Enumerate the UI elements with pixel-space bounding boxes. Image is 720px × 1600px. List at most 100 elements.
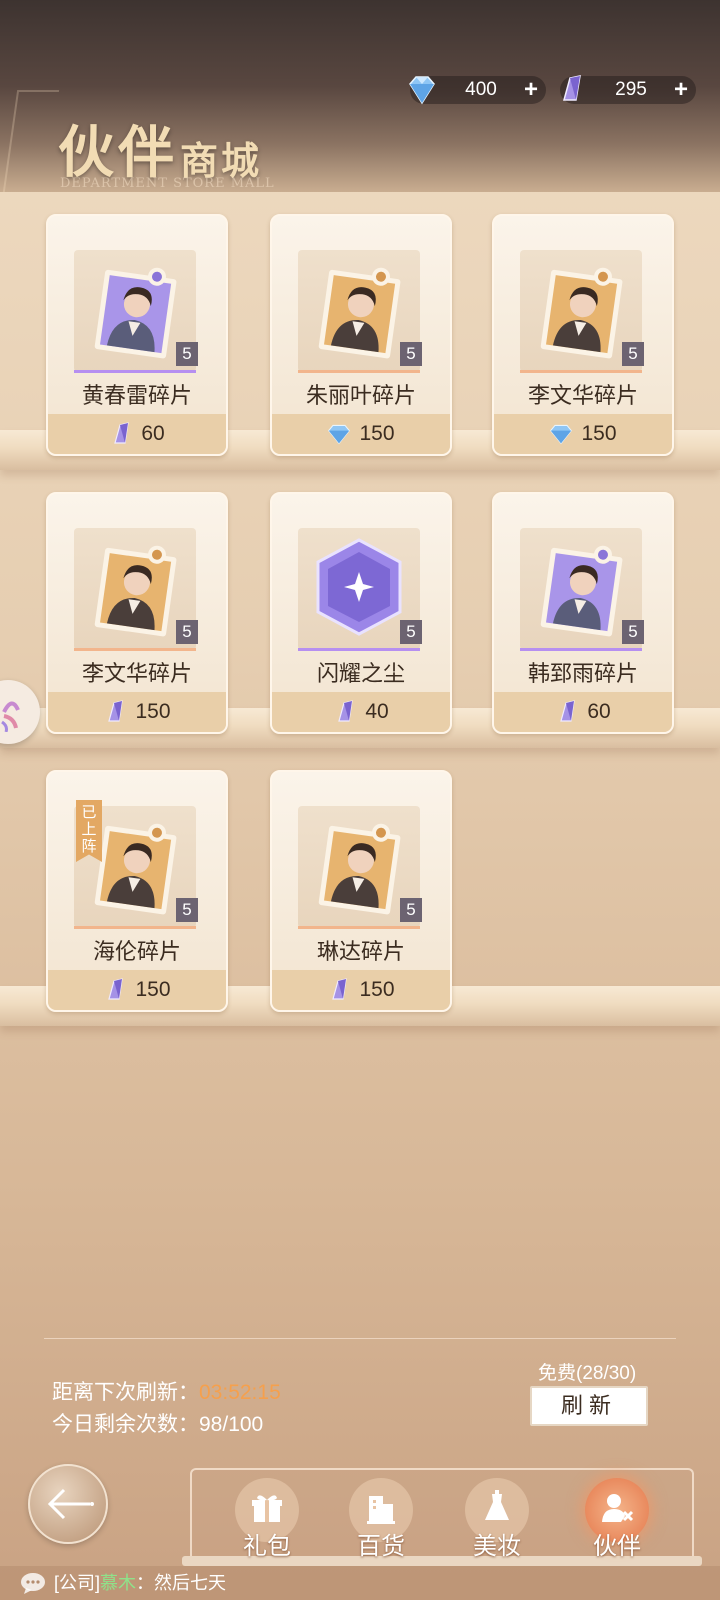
- item-count: 5: [622, 342, 644, 366]
- nav-tab-makeup-label: 美妆: [473, 1533, 521, 1560]
- remaining-value: 98/100: [199, 1413, 264, 1436]
- partner-fragment-icon: [318, 823, 401, 915]
- item-count: 5: [176, 620, 198, 644]
- item-count: 5: [622, 620, 644, 644]
- partner-fragment-icon: [318, 267, 401, 359]
- item-price-value: 40: [365, 700, 389, 723]
- shop-header: 伙伴 商城 DEPARTMENT STORE MALL 400 + 295 +: [0, 0, 720, 192]
- item-count: 5: [400, 342, 422, 366]
- diamond-icon: [409, 76, 435, 105]
- shop-item-card[interactable]: 5 朱丽叶碎片 150: [270, 214, 452, 456]
- rarity-line: [74, 370, 196, 373]
- item-price-value: 60: [141, 422, 165, 445]
- crystal-shard-icon: [108, 700, 124, 722]
- nav-tab-gift-label: 礼包: [243, 1533, 291, 1560]
- remaining-label: 今日剩余次数：: [52, 1413, 199, 1436]
- free-refresh-count: 免费(28/30): [538, 1363, 637, 1384]
- item-count: 5: [176, 898, 198, 922]
- divider: [44, 1338, 676, 1339]
- partner-fragment-icon: [94, 267, 177, 359]
- shining-dust-icon: [316, 538, 402, 636]
- item-price[interactable]: 150: [494, 414, 672, 454]
- nav-tab-makeup[interactable]: 美妆: [442, 1472, 552, 1562]
- nav-tab-partner-label: 伙伴: [593, 1533, 641, 1560]
- crystal-shard-icon: [108, 978, 124, 1000]
- store-icon: [367, 1496, 395, 1524]
- chat-sender: 慕木: [100, 1573, 137, 1593]
- item-name: 李文华碎片: [81, 661, 192, 686]
- partner-icon: [602, 1494, 634, 1522]
- crystal-shard-icon: [338, 700, 354, 722]
- item-name: 琳达碎片: [316, 939, 405, 964]
- dress-icon: [485, 1490, 509, 1520]
- diamond-icon: [550, 424, 573, 445]
- partner-fragment-icon: [94, 545, 177, 637]
- item-name: 朱丽叶碎片: [305, 383, 416, 408]
- rarity-line: [298, 926, 420, 929]
- item-price-value: 150: [581, 422, 617, 445]
- shop-item-card[interactable]: 5 闪耀之尘 40: [270, 492, 452, 734]
- arrow-left-icon: [47, 1488, 94, 1520]
- partner-fragment-icon: [540, 545, 623, 637]
- shop-item-card[interactable]: 5 李文华碎片 150: [46, 492, 228, 734]
- shop-item-card[interactable]: 5 琳达碎片 150: [270, 770, 452, 1012]
- item-count: 5: [400, 898, 422, 922]
- item-count: 5: [176, 342, 198, 366]
- rarity-line: [520, 370, 642, 373]
- add-diamond-button[interactable]: +: [524, 76, 538, 104]
- item-price-value: 150: [135, 700, 171, 723]
- nav-tab-store-label: 百货: [357, 1533, 405, 1560]
- item-count: 5: [400, 620, 422, 644]
- item-price[interactable]: 40: [272, 692, 450, 732]
- diamond-balance: 400 +: [409, 76, 546, 105]
- chat-separator: ：: [136, 1573, 155, 1593]
- add-crystal-button[interactable]: +: [674, 76, 688, 104]
- shop-item-card[interactable]: 5 黄春雷碎片 60: [46, 214, 228, 456]
- item-price-value: 150: [359, 422, 395, 445]
- crystal-shard-icon: [560, 700, 576, 722]
- chat-text: 然后七天: [154, 1573, 227, 1593]
- item-price[interactable]: 150: [48, 692, 226, 732]
- item-price-value: 150: [135, 978, 171, 1001]
- diamond-icon: [328, 424, 351, 445]
- item-price[interactable]: 60: [48, 414, 226, 454]
- next-refresh-label: 距离下次刷新：: [52, 1381, 199, 1404]
- item-name: 黄春雷碎片: [81, 383, 192, 408]
- refresh-timer: 03:52:15: [199, 1381, 281, 1404]
- item-price[interactable]: 60: [494, 692, 672, 732]
- rarity-line: [74, 648, 196, 651]
- chat-bubble-icon: [21, 1573, 45, 1594]
- rarity-line: [298, 648, 420, 651]
- flower-icon: [1, 701, 20, 732]
- crystal-balance: 295 +: [560, 75, 696, 104]
- next-refresh-info: 距离下次刷新：03:52:15: [52, 1376, 281, 1406]
- crystal-amount: 295: [615, 79, 647, 100]
- crystal-shard-icon: [332, 978, 348, 1000]
- nav-tab-store[interactable]: 百货: [326, 1472, 436, 1562]
- chat-bar[interactable]: [公司]慕木：然后七天: [0, 1566, 720, 1600]
- partner-fragment-icon: [540, 267, 623, 359]
- item-name: 李文华碎片: [527, 383, 638, 408]
- rarity-line: [74, 926, 196, 929]
- gift-icon: [252, 1495, 282, 1522]
- item-price-value: 150: [359, 978, 395, 1001]
- deployed-badge: 已上阵: [76, 800, 102, 862]
- shop-item-card[interactable]: 5 李文华碎片 150: [492, 214, 674, 456]
- remaining-count-info: 今日剩余次数：98/100: [52, 1408, 263, 1438]
- refresh-button[interactable]: 刷新: [530, 1386, 648, 1426]
- shop-item-card[interactable]: 5 已上阵 海伦碎片 150: [46, 770, 228, 1012]
- item-price[interactable]: 150: [272, 414, 450, 454]
- nav-tab-gift[interactable]: 礼包: [212, 1472, 322, 1562]
- item-name: 闪耀之尘: [316, 661, 405, 686]
- back-button[interactable]: [28, 1464, 108, 1544]
- item-name: 韩郅雨碎片: [527, 661, 638, 686]
- diamond-amount: 400: [465, 79, 497, 100]
- nav-tab-partner[interactable]: 伙伴: [562, 1472, 672, 1562]
- rarity-line: [520, 648, 642, 651]
- header-decoration: [2, 90, 60, 192]
- rarity-line: [298, 370, 420, 373]
- crystal-shard-icon: [563, 75, 581, 101]
- item-price[interactable]: 150: [272, 970, 450, 1010]
- shop-item-card[interactable]: 5 韩郅雨碎片 60: [492, 492, 674, 734]
- item-price[interactable]: 150: [48, 970, 226, 1010]
